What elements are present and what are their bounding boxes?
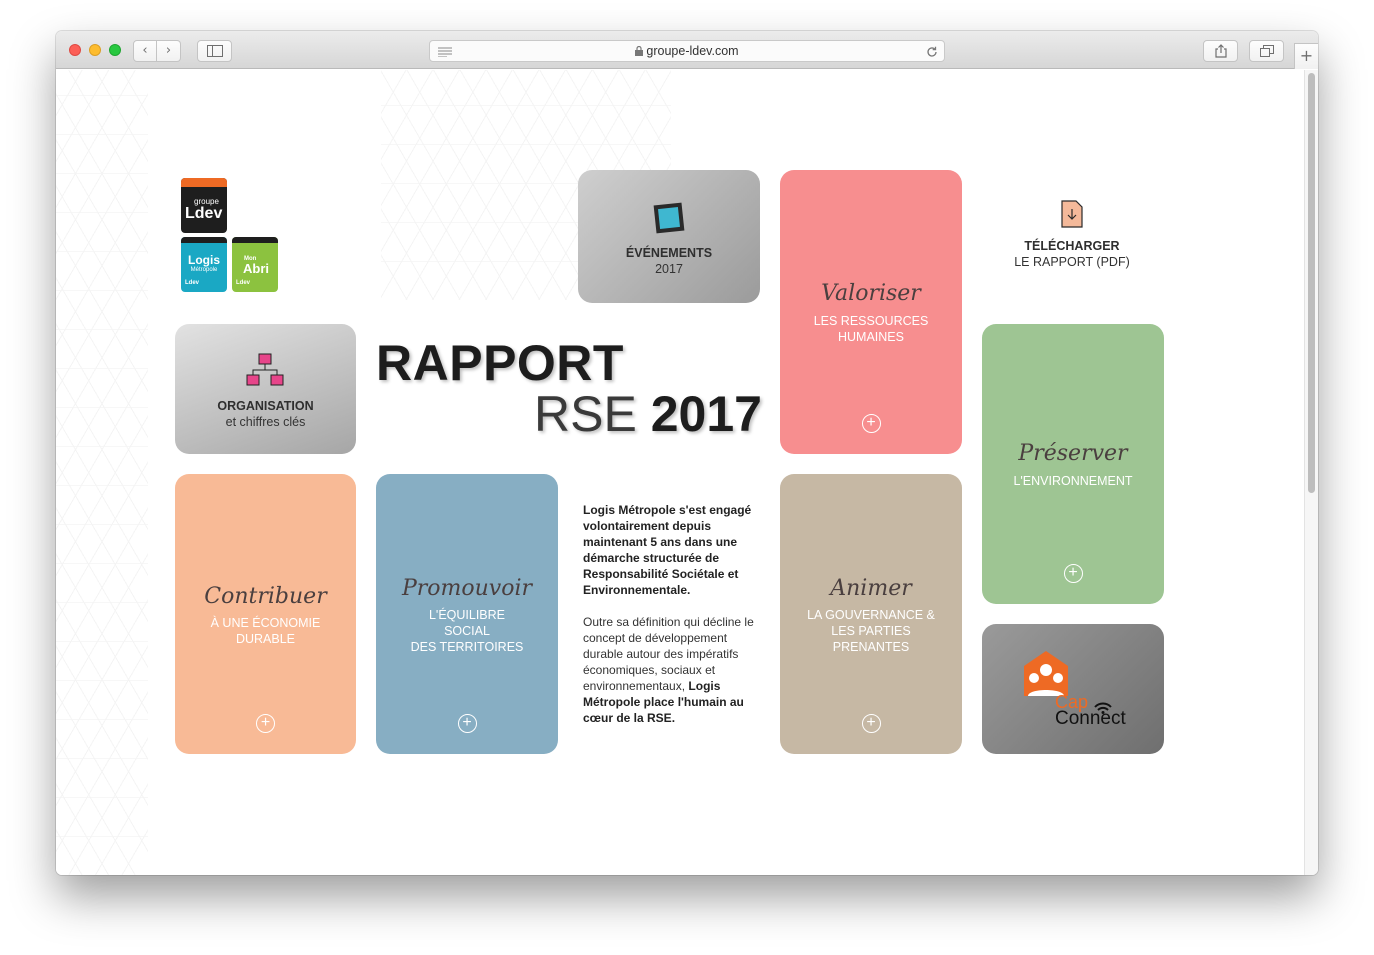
logo-metropole-text: Métropole (190, 267, 218, 273)
evenements-year: 2017 (655, 262, 683, 276)
valoriser-plus-icon[interactable]: + (861, 414, 881, 433)
mon-abri-logo[interactable]: Mon Abri Ldev (232, 237, 278, 292)
contribuer-tile[interactable]: Contribuer À UNE ÉCONOMIE DURABLE + (175, 474, 356, 754)
evenements-title: ÉVÉNEMENTS (625, 246, 713, 260)
cap-connect-tile[interactable]: Cap Connect (982, 624, 1164, 754)
animer-script: Animer (830, 576, 912, 601)
connect-text: Connect (1055, 708, 1126, 729)
reload-icon[interactable] (926, 46, 938, 58)
preserver-script: Préserver (1018, 441, 1128, 466)
organisation-title: ORGANISATION (217, 399, 314, 413)
preserver-tile[interactable]: Préserver L'ENVIRONNEMENT + (982, 324, 1164, 604)
web-page: groupe Ldev Logis Métropole Ldev Mon Abr… (56, 70, 1304, 875)
url-text: groupe-ldev.com (646, 44, 739, 58)
pdf-download-icon (1061, 200, 1083, 228)
logo-ldev-small: Ldev (185, 280, 200, 286)
logo-dark-band (181, 237, 227, 243)
headline-rse: RSE (534, 386, 637, 442)
logo-logis-text: Logis (188, 253, 220, 267)
download-report-link[interactable]: TÉLÉCHARGER LE RAPPORT (PDF) (981, 200, 1163, 280)
background-pattern (56, 70, 148, 875)
organisation-subtitle: et chiffres clés (225, 415, 306, 429)
scrollbar-thumb[interactable] (1308, 73, 1315, 493)
forward-button[interactable]: › (157, 40, 181, 62)
intro-text: Logis Métropole s'est engagé volontairem… (583, 502, 755, 726)
sidebar-icon (206, 45, 223, 57)
page-scrollbar[interactable] (1304, 70, 1318, 875)
address-bar[interactable]: groupe-ldev.com (429, 40, 945, 62)
tabs-icon (1259, 45, 1274, 57)
download-title: TÉLÉCHARGER (1024, 239, 1120, 253)
org-chart-icon (246, 353, 284, 386)
new-tab-button[interactable]: + (1294, 43, 1318, 69)
close-window-button[interactable] (69, 44, 81, 56)
valoriser-caps: LES RESSOURCES HUMAINES (813, 314, 929, 344)
back-button[interactable]: ‹ (133, 40, 157, 62)
contribuer-plus-icon[interactable]: + (256, 714, 275, 733)
logo-orange-band (181, 178, 227, 187)
logo-dark-band-2 (232, 237, 278, 243)
headline-year: 2017 (650, 386, 762, 442)
zoom-window-button[interactable] (109, 44, 121, 56)
headline-rse-2017: RSE 2017 (534, 385, 762, 443)
promouvoir-tile[interactable]: Promouvoir L'ÉQUILIBRE SOCIAL DES TERRIT… (376, 474, 558, 754)
intro-paragraph-2: Outre sa définition qui décline le conce… (583, 615, 754, 725)
lock-icon (635, 45, 644, 56)
promouvoir-caps-l2: SOCIAL (444, 624, 490, 638)
valoriser-tile[interactable]: Valoriser LES RESSOURCES HUMAINES + (780, 170, 962, 454)
url-display: groupe-ldev.com (430, 44, 944, 58)
logo-ldev-small-2: Ldev (236, 280, 251, 286)
contribuer-script: Contribuer (204, 584, 327, 609)
contribuer-caps: À UNE ÉCONOMIE DURABLE (210, 616, 321, 646)
logo-ldev-text: Ldev (185, 205, 223, 222)
share-button[interactable] (1203, 40, 1238, 62)
animer-caps: LA GOUVERNANCE & LES PARTIES PRENANTES (807, 608, 935, 654)
promouvoir-caps-l3: DES TERRITOIRES (410, 640, 524, 654)
preserver-caps: L'ENVIRONNEMENT (1013, 474, 1133, 488)
logis-metropole-logo[interactable]: Logis Métropole Ldev (181, 237, 227, 292)
promouvoir-script: Promouvoir (401, 576, 533, 601)
logo-abri-text: Abri (243, 261, 269, 276)
animer-tile[interactable]: Animer LA GOUVERNANCE & LES PARTIES PREN… (780, 474, 962, 754)
promouvoir-plus-icon[interactable]: + (457, 714, 477, 733)
preserver-plus-icon[interactable]: + (1063, 564, 1083, 583)
browser-toolbar: ‹ › groupe-ldev.com + (56, 31, 1318, 69)
browser-window: ‹ › groupe-ldev.com + groupe Ldev Logis … (56, 31, 1318, 875)
show-tabs-button[interactable] (1249, 40, 1284, 62)
intro-paragraph-1: Logis Métropole s'est engagé volontairem… (583, 503, 752, 597)
promouvoir-caps-l1: L'ÉQUILIBRE (428, 608, 506, 622)
download-subtitle: LE RAPPORT (PDF) (1014, 255, 1130, 269)
evenements-tile[interactable]: ÉVÉNEMENTS 2017 (578, 170, 760, 303)
headline-rapport: RAPPORT (376, 335, 624, 391)
share-icon (1214, 44, 1227, 58)
minimize-window-button[interactable] (89, 44, 101, 56)
animer-plus-icon[interactable]: + (861, 714, 881, 733)
photo-frame-icon (653, 202, 685, 234)
organisation-tile[interactable]: ORGANISATION et chiffres clés (175, 324, 356, 454)
groupe-ldev-logo[interactable]: groupe Ldev (181, 178, 227, 233)
valoriser-script: Valoriser (821, 281, 921, 306)
sidebar-toggle-button[interactable] (197, 40, 232, 62)
